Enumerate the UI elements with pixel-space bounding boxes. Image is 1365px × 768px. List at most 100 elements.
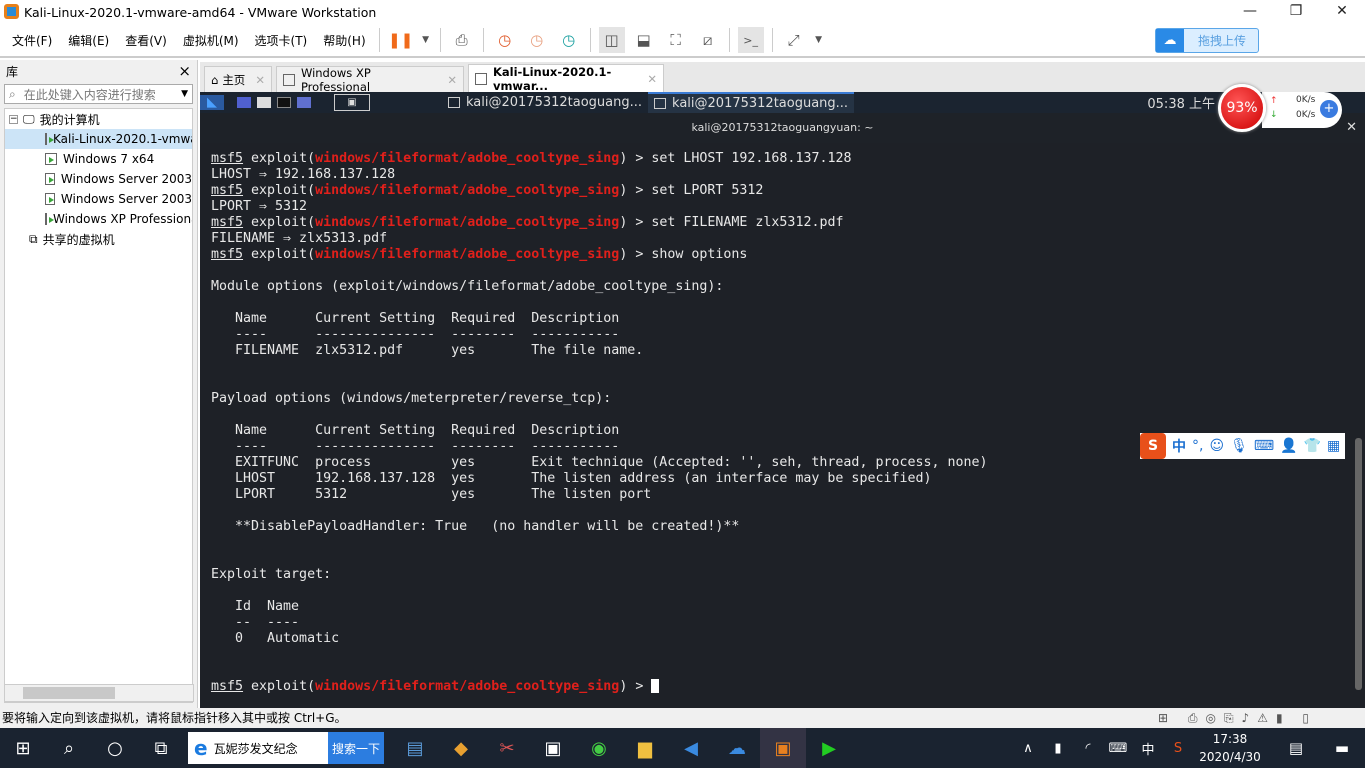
tree-vm-winxp[interactable]: Windows XP Professional bbox=[5, 209, 192, 229]
tab-windows-xp[interactable]: Windows XP Professional ✕ bbox=[275, 66, 464, 94]
library-view-icon[interactable]: ◫ bbox=[598, 27, 625, 53]
user-icon[interactable]: 👤 bbox=[1280, 438, 1297, 454]
close-button[interactable]: ✕ bbox=[1319, 0, 1365, 24]
battery-icon[interactable]: ▮ bbox=[1043, 728, 1073, 768]
action-center-icon[interactable]: ▬ bbox=[1319, 728, 1365, 768]
sogou-logo-icon[interactable]: S bbox=[1140, 433, 1166, 459]
tree-vm-win7[interactable]: Windows 7 x64 bbox=[5, 149, 192, 169]
library-close-button[interactable]: × bbox=[178, 62, 191, 80]
library-search-input[interactable]: ⌕ 在此处键入内容进行搜索 ▼ bbox=[4, 84, 193, 104]
terminal-launcher-icon[interactable]: ▣ bbox=[334, 94, 370, 111]
taskbar-terminal-1[interactable]: kali@20175312taoguang... bbox=[442, 92, 648, 113]
toolbox-icon[interactable]: ▦ bbox=[1327, 438, 1340, 454]
kali-clock[interactable]: 05:38 上午 bbox=[1147, 93, 1215, 112]
terminal-output-line: Payload options (windows/meterpreter/rev… bbox=[211, 391, 612, 406]
cmd-icon[interactable]: ▣ bbox=[530, 728, 576, 768]
keyboard-icon[interactable]: ⌨ bbox=[1254, 438, 1274, 454]
baidu-netdisk-icon[interactable]: ☁ bbox=[714, 728, 760, 768]
tree-shared-vms[interactable]: ⧉ 共享的虚拟机 bbox=[5, 229, 192, 249]
tab-close-icon[interactable]: ✕ bbox=[647, 72, 657, 86]
sogou-icon[interactable]: S bbox=[1163, 728, 1193, 768]
task-view-icon[interactable]: ⧉ bbox=[138, 728, 184, 768]
menu-tabs[interactable]: 选项卡(T) bbox=[247, 32, 316, 49]
tree-vm-win2003-1[interactable]: Windows Server 2003 bbox=[5, 169, 192, 189]
browser-icon[interactable] bbox=[297, 97, 311, 108]
upload-button[interactable]: ☁ 拖拽上传 bbox=[1155, 28, 1259, 53]
tab-close-icon[interactable]: ✕ bbox=[255, 73, 265, 87]
files-icon[interactable] bbox=[257, 97, 271, 108]
paint-icon[interactable]: ✂ bbox=[484, 728, 530, 768]
tree-vm-kali[interactable]: Kali-Linux-2020.1-vmware-amd64 bbox=[5, 129, 192, 149]
menu-edit[interactable]: 编辑(E) bbox=[60, 32, 117, 49]
keyboard-icon[interactable]: ⌨ bbox=[1103, 728, 1133, 768]
microphone-icon[interactable]: 🎙 bbox=[1230, 438, 1248, 454]
chevron-down-icon[interactable]: ▼ bbox=[420, 27, 432, 53]
ime-punct[interactable]: °, bbox=[1192, 438, 1203, 454]
app-icon[interactable]: ▤ bbox=[392, 728, 438, 768]
emoji-icon[interactable]: ☺ bbox=[1209, 438, 1224, 454]
tree-vm-win2003-2[interactable]: Windows Server 2003 bbox=[5, 189, 192, 209]
stretch-icon[interactable]: ⤢ bbox=[781, 27, 807, 53]
skin-icon[interactable]: 👕 bbox=[1304, 438, 1321, 454]
memory-usage-badge[interactable]: 93% bbox=[1218, 84, 1266, 132]
terminal-scrollbar[interactable] bbox=[1355, 438, 1362, 690]
iqiyi-icon[interactable]: ▶ bbox=[806, 728, 852, 768]
search-icon: ⌕ bbox=[9, 86, 16, 101]
home-icon: ⌂ bbox=[211, 72, 219, 87]
search-button[interactable]: 搜索一下 bbox=[328, 732, 384, 764]
tab-home[interactable]: ⌂ 主页 ✕ bbox=[204, 66, 272, 92]
cortana-icon[interactable]: ○ bbox=[92, 728, 138, 768]
send-keys-icon[interactable]: ⎙ bbox=[449, 27, 475, 53]
file-explorer-icon[interactable]: ▆ bbox=[622, 728, 668, 768]
search-icon[interactable]: ⌕ bbox=[46, 728, 92, 768]
workspace-icon[interactable] bbox=[237, 97, 251, 108]
plus-icon[interactable]: + bbox=[1320, 100, 1338, 118]
console-icon[interactable]: >_ bbox=[737, 27, 764, 53]
git-icon[interactable]: ◆ bbox=[438, 728, 484, 768]
terminal-close-button[interactable]: ✕ bbox=[1346, 113, 1357, 143]
restore-button[interactable]: ❐ bbox=[1273, 0, 1319, 24]
menu-help[interactable]: 帮助(H) bbox=[315, 32, 373, 49]
system-clock[interactable]: 17:38 2020/4/30 bbox=[1195, 730, 1265, 766]
command-text: set FILENAME zlx5312.pdf bbox=[651, 215, 844, 230]
minimize-button[interactable]: — bbox=[1227, 0, 1273, 24]
prompt-name: msf5 bbox=[211, 183, 244, 198]
library-horizontal-scrollbar[interactable] bbox=[4, 684, 194, 702]
wifi-icon[interactable]: ◜ bbox=[1073, 728, 1103, 768]
terminal-icon[interactable] bbox=[277, 97, 291, 108]
chevron-down-icon[interactable]: ▼ bbox=[181, 89, 188, 99]
pause-icon[interactable]: ❚❚ bbox=[388, 27, 414, 53]
prompt-module: windows/fileformat/adobe_cooltype_sing bbox=[315, 247, 620, 262]
windows-start-icon[interactable]: ⊞ bbox=[0, 728, 46, 768]
snapshot-icon[interactable]: ◷ bbox=[492, 27, 518, 53]
feishu-icon[interactable]: ◀ bbox=[668, 728, 714, 768]
snapshot-manager-icon[interactable]: ◷ bbox=[556, 27, 582, 53]
tree-my-computer[interactable]: − 🖵 我的计算机 bbox=[5, 109, 192, 129]
ime-mode[interactable]: 中 bbox=[1172, 436, 1186, 456]
fullscreen-icon[interactable]: ⛶ bbox=[663, 27, 689, 53]
browser-360-icon[interactable]: ◉ bbox=[576, 728, 622, 768]
kali-menu-icon[interactable]: ◣ bbox=[200, 95, 224, 110]
title-bar: Kali-Linux-2020.1-vmware-amd64 - VMware … bbox=[0, 0, 1365, 24]
terminal-output[interactable]: msf5 exploit(windows/fileformat/adobe_co… bbox=[200, 143, 1365, 708]
show-hidden-icons[interactable]: ∧ bbox=[1013, 728, 1043, 768]
thumbnail-bar-icon[interactable]: ⬓ bbox=[631, 27, 657, 53]
prompt-exploit: exploit( bbox=[243, 247, 316, 262]
unity-icon[interactable]: ⧄ bbox=[695, 27, 721, 53]
menu-view[interactable]: 查看(V) bbox=[117, 32, 175, 49]
taskbar-terminal-2[interactable]: kali@20175312taoguang... bbox=[648, 92, 855, 113]
vmware-taskbar-icon[interactable]: ▣ bbox=[760, 728, 806, 768]
revert-snapshot-icon[interactable]: ◷ bbox=[524, 27, 550, 53]
terminal-prompt-line: msf5 exploit(windows/fileformat/adobe_co… bbox=[211, 679, 1365, 695]
device-icons[interactable]: ⊞ ⎙◎⎘♪⚠▮ ▯ bbox=[1158, 708, 1317, 728]
ime-indicator[interactable]: 中 bbox=[1133, 728, 1163, 768]
menu-file[interactable]: 文件(F) bbox=[4, 32, 60, 49]
ie-search-box[interactable]: e 瓦妮莎发文纪念 bbox=[188, 732, 328, 764]
chevron-down-icon[interactable]: ▼ bbox=[813, 27, 825, 53]
tab-kali[interactable]: Kali-Linux-2020.1-vmwar... ✕ bbox=[467, 64, 664, 93]
notes-icon[interactable]: ▤ bbox=[1273, 728, 1319, 768]
tab-close-icon[interactable]: ✕ bbox=[447, 73, 457, 87]
menu-vm[interactable]: 虚拟机(M) bbox=[175, 32, 247, 49]
